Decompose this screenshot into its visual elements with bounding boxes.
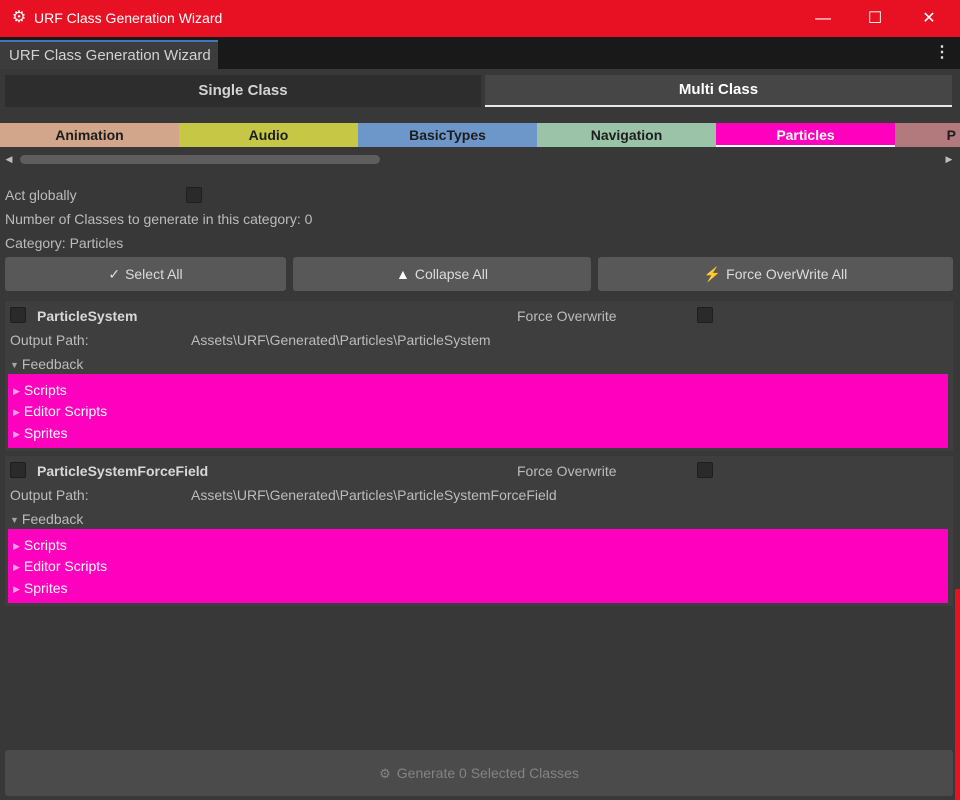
chevron-right-icon: ▶ bbox=[13, 584, 20, 594]
title-bar: ⚙ URF Class Generation Wizard — ☐ ✕ bbox=[0, 0, 960, 37]
triangle-up-icon: ▲ bbox=[395, 266, 410, 282]
act-globally-label: Act globally bbox=[5, 187, 77, 203]
select-all-button[interactable]: ✓ Select All bbox=[5, 257, 286, 291]
scroll-left-icon[interactable]: ◀ bbox=[2, 152, 16, 166]
mode-tab-multi-class[interactable]: Multi Class bbox=[485, 75, 952, 107]
class-select-checkbox[interactable] bbox=[10, 307, 26, 323]
feedback-item-scripts[interactable]: ▶ Scripts bbox=[13, 382, 67, 398]
feedback-item-scripts[interactable]: ▶ Scripts bbox=[13, 537, 67, 553]
class-card-particlesystem: ParticleSystem Force Overwrite Output Pa… bbox=[5, 301, 953, 451]
collapse-all-button[interactable]: ▲ Collapse All bbox=[293, 257, 591, 291]
feedback-panel: ▶ Scripts ▶ Editor Scripts ▶ Sprites bbox=[8, 374, 948, 448]
output-path-label: Output Path: bbox=[10, 332, 89, 348]
chevron-down-icon: ▼ bbox=[10, 515, 19, 525]
chevron-right-icon: ▶ bbox=[13, 407, 20, 417]
chevron-right-icon: ▶ bbox=[13, 541, 20, 551]
force-overwrite-all-button[interactable]: ⚡ Force OverWrite All bbox=[598, 257, 953, 291]
select-all-label: Select All bbox=[125, 266, 183, 282]
close-button[interactable]: ✕ bbox=[902, 0, 956, 37]
category-tab-particles[interactable]: Particles bbox=[716, 123, 895, 147]
mode-tab-single-class[interactable]: Single Class bbox=[5, 75, 481, 107]
feedback-item-sprites[interactable]: ▶ Sprites bbox=[13, 580, 68, 596]
collapse-all-label: Collapse All bbox=[414, 266, 488, 282]
feedback-item-sprites[interactable]: ▶ Sprites bbox=[13, 425, 68, 441]
generate-button[interactable]: ⚙ Generate 0 Selected Classes bbox=[5, 750, 953, 796]
force-overwrite-checkbox[interactable] bbox=[697, 307, 713, 323]
class-count-label: Number of Classes to generate in this ca… bbox=[5, 211, 313, 227]
category-tab-navigation[interactable]: Navigation bbox=[537, 123, 716, 147]
scroll-right-icon[interactable]: ▶ bbox=[942, 152, 956, 166]
category-tab-partial[interactable]: P bbox=[895, 123, 960, 147]
chevron-down-icon: ▼ bbox=[10, 360, 19, 370]
class-name: ParticleSystem bbox=[37, 308, 138, 324]
window-edge bbox=[955, 589, 960, 800]
class-select-checkbox[interactable] bbox=[10, 462, 26, 478]
app-icon: ⚙ bbox=[11, 9, 27, 26]
chevron-right-icon: ▶ bbox=[13, 386, 20, 396]
category-tab-basictypes[interactable]: BasicTypes bbox=[358, 123, 537, 147]
force-overwrite-label: Force Overwrite bbox=[517, 308, 617, 324]
class-card-particlesystemforcefield: ParticleSystemForceField Force Overwrite… bbox=[5, 456, 953, 606]
gear-icon: ⚙ bbox=[379, 766, 391, 781]
force-overwrite-checkbox[interactable] bbox=[697, 462, 713, 478]
feedback-panel: ▶ Scripts ▶ Editor Scripts ▶ Sprites bbox=[8, 529, 948, 603]
feedback-foldout[interactable]: ▼ Feedback bbox=[10, 356, 83, 372]
lightning-icon: ⚡ bbox=[703, 266, 722, 282]
generate-label: Generate 0 Selected Classes bbox=[396, 765, 579, 781]
chevron-right-icon: ▶ bbox=[13, 429, 20, 439]
editor-tab[interactable]: URF Class Generation Wizard bbox=[0, 40, 218, 69]
kebab-menu-icon[interactable]: ⋮ bbox=[934, 41, 950, 65]
maximize-button[interactable]: ☐ bbox=[848, 0, 902, 37]
category-tab-audio[interactable]: Audio bbox=[179, 123, 358, 147]
editor-tab-strip: URF Class Generation Wizard ⋮ bbox=[0, 37, 960, 69]
horizontal-scrollbar[interactable]: ◀ ▶ bbox=[0, 152, 960, 166]
output-path-label: Output Path: bbox=[10, 487, 89, 503]
check-icon: ✓ bbox=[108, 266, 121, 282]
act-globally-checkbox[interactable] bbox=[186, 187, 202, 203]
category-label: Category: Particles bbox=[5, 235, 124, 251]
output-path-value: Assets\URF\Generated\Particles\ParticleS… bbox=[191, 487, 557, 503]
feedback-item-editor-scripts[interactable]: ▶ Editor Scripts bbox=[13, 403, 107, 419]
minimize-button[interactable]: — bbox=[796, 0, 850, 37]
class-name: ParticleSystemForceField bbox=[37, 463, 209, 479]
force-overwrite-all-label: Force OverWrite All bbox=[726, 266, 848, 282]
feedback-item-editor-scripts[interactable]: ▶ Editor Scripts bbox=[13, 558, 107, 574]
output-path-value: Assets\URF\Generated\Particles\ParticleS… bbox=[191, 332, 491, 348]
feedback-foldout[interactable]: ▼ Feedback bbox=[10, 511, 83, 527]
force-overwrite-label: Force Overwrite bbox=[517, 463, 617, 479]
wizard-panel: Single Class Multi Class Animation Audio… bbox=[0, 69, 960, 800]
chevron-right-icon: ▶ bbox=[13, 562, 20, 572]
scrollbar-thumb[interactable] bbox=[20, 155, 380, 164]
window-title: URF Class Generation Wizard bbox=[34, 10, 223, 26]
category-tab-animation[interactable]: Animation bbox=[0, 123, 179, 147]
